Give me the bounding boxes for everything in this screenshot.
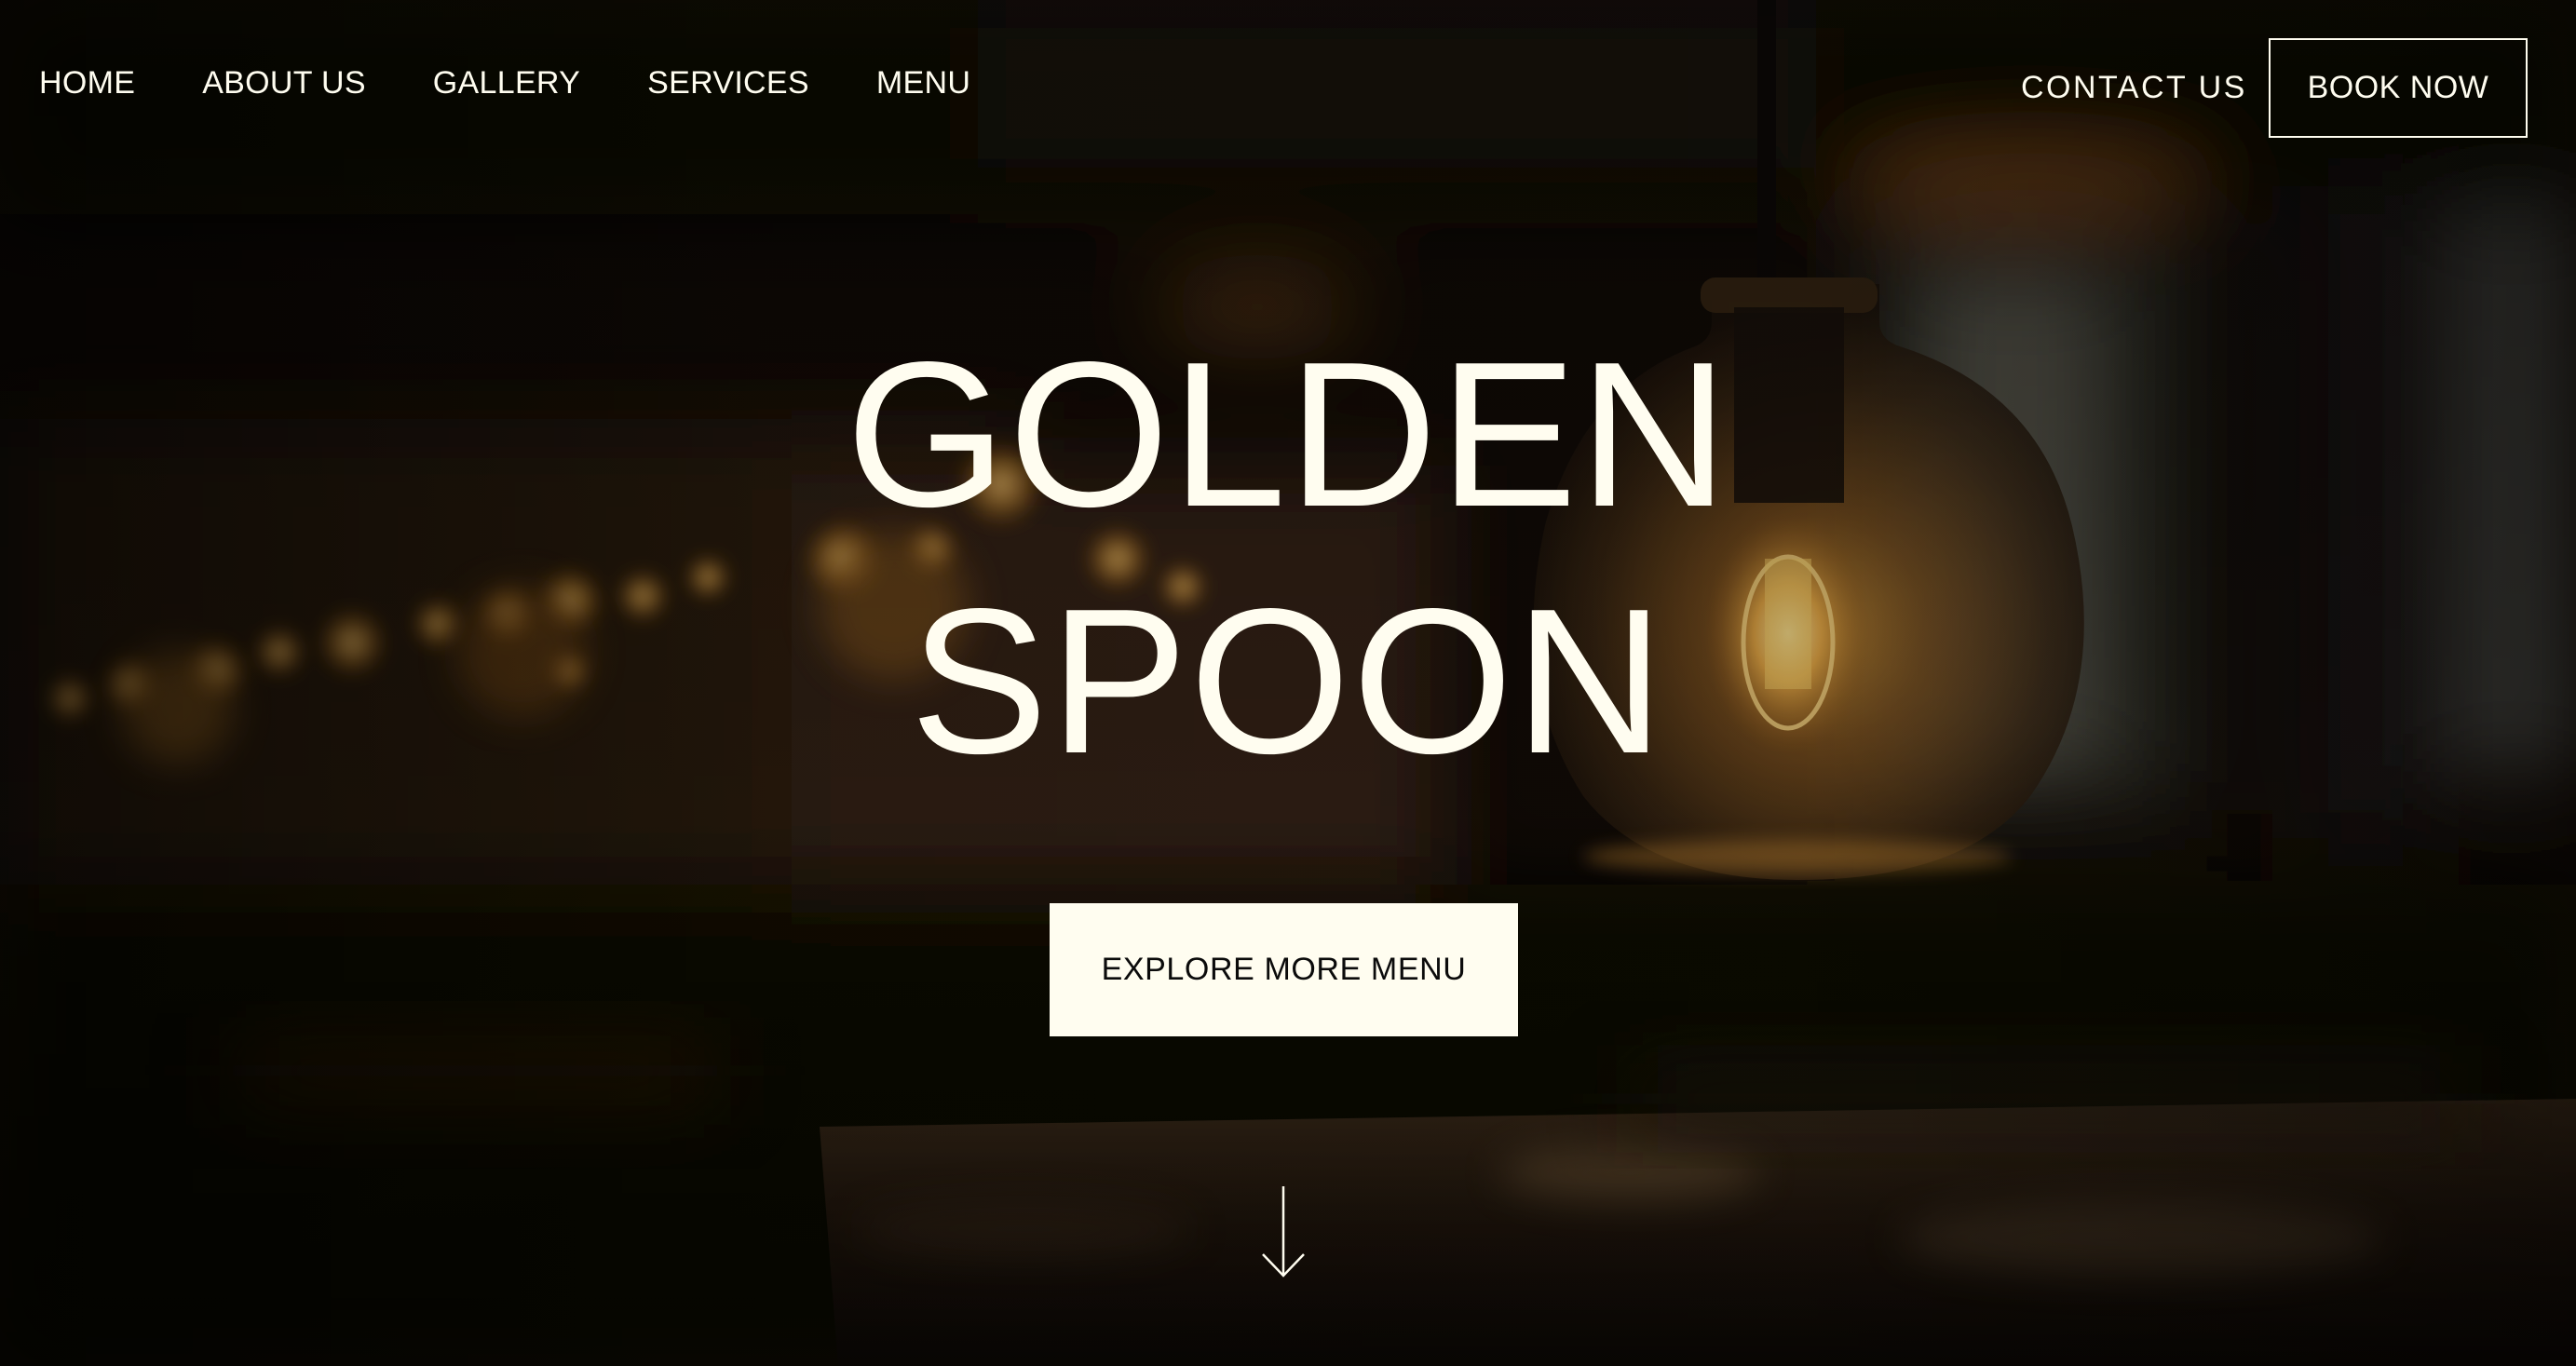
nav-link-services[interactable]: SERVICES	[647, 67, 809, 99]
nav-link-home[interactable]: HOME	[39, 67, 135, 99]
nav-link-menu[interactable]: MENU	[876, 67, 970, 99]
hero-title-line-1: GOLDEN	[846, 319, 1730, 550]
nav-link-contact-us[interactable]: CONTACT US	[2021, 72, 2247, 103]
top-navigation: HOME ABOUT US GALLERY SERVICES MENU CONT…	[0, 0, 2576, 177]
arrow-down-icon[interactable]	[1260, 1184, 1307, 1279]
hero-section: HOME ABOUT US GALLERY SERVICES MENU CONT…	[0, 0, 2576, 1366]
nav-link-gallery[interactable]: GALLERY	[433, 67, 580, 99]
nav-link-about-us[interactable]: ABOUT US	[202, 67, 366, 99]
hero-title: GOLDEN SPOON	[0, 312, 2576, 805]
explore-menu-button[interactable]: EXPLORE MORE MENU	[1050, 903, 1518, 1036]
main-nav-links: HOME ABOUT US GALLERY SERVICES MENU	[39, 67, 1037, 99]
hero-title-line-2: SPOON	[910, 566, 1666, 797]
book-now-button[interactable]: BOOK NOW	[2269, 38, 2528, 138]
